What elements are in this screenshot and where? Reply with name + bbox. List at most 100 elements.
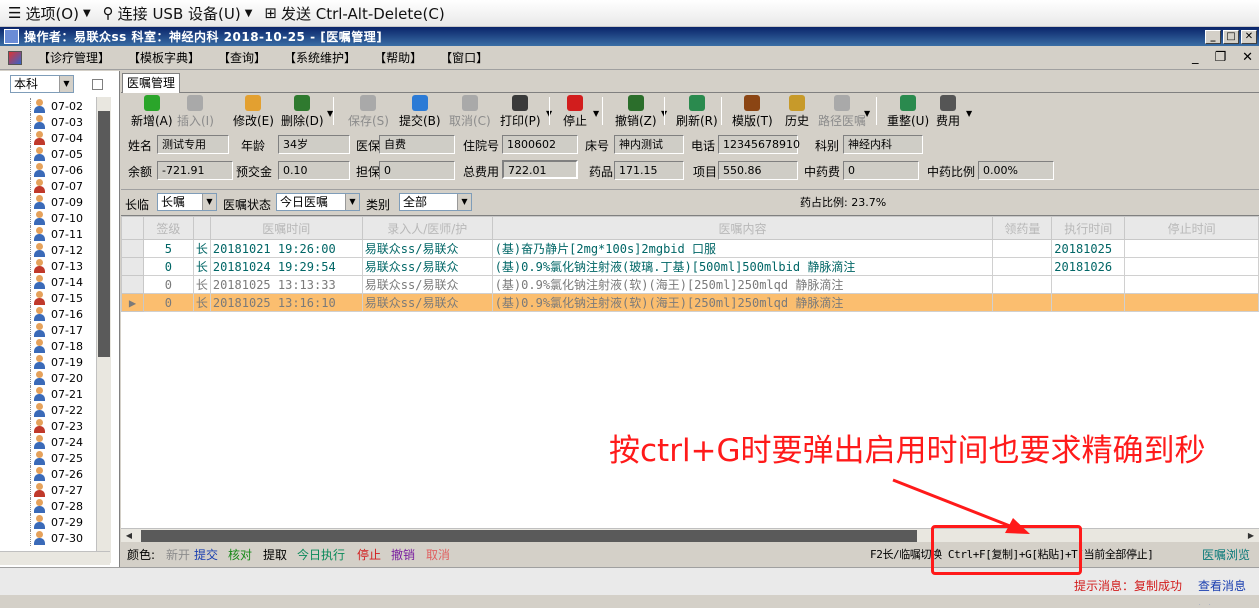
patient-list-item[interactable]: 07-23: [30, 418, 96, 434]
type-combo[interactable]: 长嘱 ▼: [157, 193, 217, 211]
toolbar-button-label: 费用: [936, 114, 961, 128]
header-time[interactable]: 医嘱时间: [209, 216, 363, 240]
order-browse-link[interactable]: 医嘱浏览: [1202, 546, 1250, 563]
patient-list-item[interactable]: 07-04: [30, 130, 96, 146]
category-combo[interactable]: 全部 ▼: [399, 193, 472, 211]
mdi-close-button[interactable]: ✕: [1242, 50, 1253, 65]
patient-list-item[interactable]: 07-24: [30, 434, 96, 450]
insert-button[interactable]: 插入(I): [177, 95, 214, 129]
patient-list-item[interactable]: 07-09: [30, 194, 96, 210]
chevron-down-icon[interactable]: ▼: [864, 109, 870, 118]
menu-item-help[interactable]: 【帮助】: [372, 49, 424, 66]
chevron-down-icon[interactable]: ▼: [59, 76, 73, 92]
patient-list-item[interactable]: 07-10: [30, 210, 96, 226]
patient-avatar-icon: [33, 323, 46, 337]
history-button[interactable]: 历史: [785, 95, 809, 129]
table-row[interactable]: 0 长 20181025 13:13:33 易联众ss/易联众 (基)0.9%氯化钠注射…: [121, 275, 1259, 294]
header-stop[interactable]: 停止时间: [1124, 216, 1259, 240]
patient-list-item[interactable]: 07-12: [30, 242, 96, 258]
options-menu[interactable]: ☰ 选项(O) ▼: [4, 3, 95, 24]
patient-list-scrollbar[interactable]: [96, 97, 111, 563]
tab-order-management[interactable]: 医嘱管理: [122, 73, 181, 93]
patient-list-item[interactable]: 07-15: [30, 290, 96, 306]
undo-button[interactable]: 撤销(Z): [615, 95, 657, 129]
mdi-restore-button[interactable]: ❐: [1214, 50, 1226, 65]
maximize-button[interactable]: □: [1223, 29, 1239, 44]
header-kind[interactable]: [192, 216, 211, 240]
header-content[interactable]: 医嘱内容: [491, 216, 994, 240]
edit-button[interactable]: 修改(E): [233, 95, 274, 129]
print-button[interactable]: 打印(P): [500, 95, 541, 129]
patient-avatar-icon: [33, 419, 46, 433]
patient-list-item[interactable]: 07-19: [30, 354, 96, 370]
chevron-down-icon[interactable]: ▼: [593, 109, 599, 118]
delete-button[interactable]: 删除(D): [281, 95, 324, 129]
patient-list-item[interactable]: 07-05: [30, 146, 96, 162]
save-button[interactable]: 保存(S): [348, 95, 389, 129]
patient-list-item[interactable]: 07-28: [30, 498, 96, 514]
menu-item-window[interactable]: 【窗口】: [438, 49, 490, 66]
close-button[interactable]: ✕: [1241, 29, 1257, 44]
patient-list-item[interactable]: 07-30: [30, 530, 96, 546]
menu-item-diagnosis[interactable]: 【诊疗管理】: [36, 49, 112, 66]
patient-list-item[interactable]: 07-14: [30, 274, 96, 290]
cell-exec: 20181026: [1051, 257, 1126, 276]
add-button[interactable]: 新增(A): [131, 95, 173, 129]
send-cad-button[interactable]: ⊞ 发送 Ctrl-Alt-Delete(C): [260, 3, 448, 24]
chevron-down-icon[interactable]: ▼: [202, 194, 216, 210]
menu-item-query[interactable]: 【查询】: [216, 49, 268, 66]
fee-button[interactable]: 费用: [936, 95, 960, 129]
table-row[interactable]: 0 长 20181024 19:29:54 易联众ss/易联众 (基)0.9%氯化钠注射…: [121, 257, 1259, 276]
table-row[interactable]: ▶ 0 长 20181025 13:16:10 易联众ss/易联众 (基)0.9%氯化钠注…: [121, 293, 1259, 312]
patient-list-item[interactable]: 07-20: [30, 370, 96, 386]
patient-list-item[interactable]: 07-13: [30, 258, 96, 274]
patient-list-item[interactable]: 07-02: [30, 98, 96, 114]
header-qty[interactable]: 领药量: [992, 216, 1053, 240]
mdi-minimize-button[interactable]: _: [1192, 50, 1199, 65]
scroll-right-icon[interactable]: ▶: [1245, 530, 1257, 542]
reorg-button[interactable]: 重整(U): [887, 95, 929, 129]
template-button[interactable]: 模版(T): [732, 95, 773, 129]
path-button[interactable]: 路径医嘱: [818, 95, 866, 129]
patient-list-item[interactable]: 07-26: [30, 466, 96, 482]
patient-list-item[interactable]: 07-27: [30, 482, 96, 498]
patient-list-item[interactable]: 07-21: [30, 386, 96, 402]
patient-list-item[interactable]: 07-03: [30, 114, 96, 130]
cell-level: 0: [142, 275, 194, 294]
patient-list-item[interactable]: 07-18: [30, 338, 96, 354]
patient-item-label: 07-04: [51, 131, 83, 145]
header-entry[interactable]: 录入人/医师/护: [361, 216, 493, 240]
patient-list-item[interactable]: 07-06: [30, 162, 96, 178]
chevron-down-icon[interactable]: ▼: [345, 194, 359, 210]
patient-list-item[interactable]: 07-25: [30, 450, 96, 466]
scrollbar-thumb[interactable]: [98, 111, 110, 357]
submit-button[interactable]: 提交(B): [399, 95, 441, 129]
table-row[interactable]: 5 长 20181021 19:26:00 易联众ss/易联众 (基)奋乃静片[2mg*…: [121, 239, 1259, 258]
header-exec[interactable]: 执行时间: [1051, 216, 1126, 240]
status-combo[interactable]: 今日医嘱 ▼: [276, 193, 360, 211]
stop-button[interactable]: 停止: [563, 95, 587, 129]
scroll-left-icon[interactable]: ◀: [123, 530, 135, 542]
chevron-down-icon[interactable]: ▼: [457, 194, 471, 210]
patient-list-item[interactable]: 07-16: [30, 306, 96, 322]
dept-checkbox[interactable]: [92, 79, 103, 90]
menu-item-template[interactable]: 【模板字典】: [126, 49, 202, 66]
usb-menu[interactable]: ⚲ 连接 USB 设备(U) ▼: [99, 3, 257, 24]
guarantee-value: 0: [379, 161, 455, 180]
dept-combo[interactable]: 本科 ▼: [10, 75, 74, 93]
refresh-button[interactable]: 刷新(R): [676, 95, 718, 129]
grid-hscrollbar[interactable]: ◀ ▶: [121, 528, 1259, 542]
patient-list-item[interactable]: 07-07: [30, 178, 96, 194]
patient-list-item[interactable]: 07-11: [30, 226, 96, 242]
header-level[interactable]: 签级: [142, 216, 194, 240]
menu-item-system[interactable]: 【系统维护】: [282, 49, 358, 66]
patient-list-item[interactable]: 07-17: [30, 322, 96, 338]
patient-list-hscrollbar[interactable]: [0, 551, 110, 565]
patient-list-item[interactable]: 07-29: [30, 514, 96, 530]
patient-list-item[interactable]: 07-22: [30, 402, 96, 418]
minimize-button[interactable]: _: [1205, 29, 1221, 44]
chevron-down-icon[interactable]: ▼: [966, 109, 972, 118]
scrollbar-thumb[interactable]: [141, 530, 917, 542]
window-titlebar: 操作者：易联众ss 科室：神经内科 2018-10-25 - [医嘱管理] _ …: [0, 27, 1259, 46]
cancel-button[interactable]: 取消(C): [449, 95, 491, 129]
